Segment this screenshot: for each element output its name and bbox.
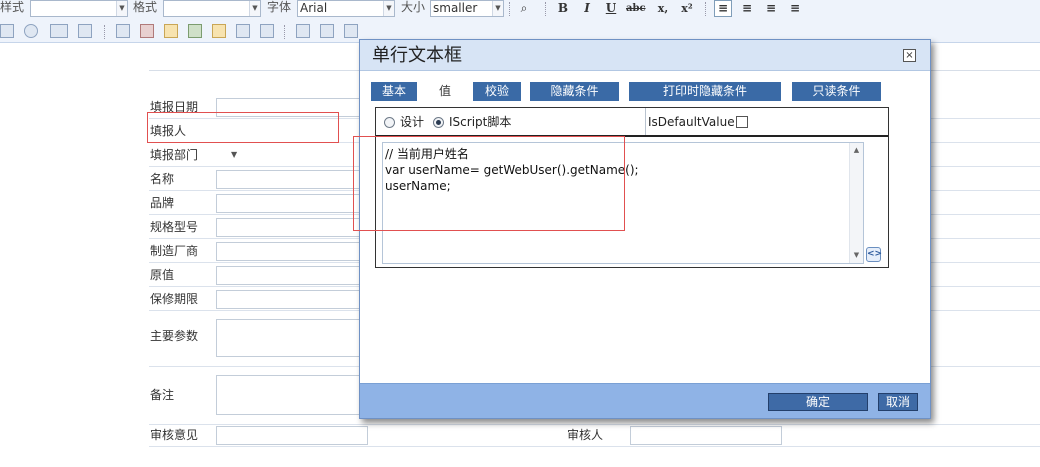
size-value: smaller <box>433 1 478 15</box>
tab-hide-condition[interactable]: 隐藏条件 <box>530 82 619 101</box>
checkbox-tool-icon[interactable] <box>0 24 14 38</box>
form-label: 名称 <box>150 172 175 186</box>
subscript-button[interactable]: x, <box>654 0 672 17</box>
is-default-checkbox[interactable] <box>736 116 748 128</box>
copy-tool-icon[interactable] <box>320 24 334 38</box>
font-label: 字体 <box>267 0 292 14</box>
chevron-down-icon: ▼ <box>383 1 394 16</box>
chevron-down-icon: ▼ <box>249 1 260 16</box>
cancel-button[interactable]: 取消 <box>878 393 918 411</box>
align-left-icon[interactable]: ≡ <box>714 0 732 17</box>
form-label: 审核意见 <box>150 428 199 442</box>
warranty-field[interactable] <box>216 290 360 309</box>
bold-button[interactable]: B <box>554 0 572 17</box>
toolbar-separator <box>284 25 285 39</box>
form-label: 填报部门 <box>150 148 199 162</box>
radio-design[interactable] <box>384 117 395 128</box>
font-value: Arial <box>300 1 328 15</box>
department-tool-icon[interactable] <box>188 24 202 38</box>
style-select[interactable]: ▼ <box>30 0 128 17</box>
line-tool-icon[interactable] <box>296 24 310 38</box>
toolbar-separator <box>545 2 546 16</box>
params-field[interactable] <box>216 319 360 357</box>
form-label: 保修期限 <box>150 292 199 306</box>
toolbar-separator <box>509 2 510 16</box>
underline-button[interactable]: U <box>602 0 620 17</box>
tab-validation[interactable]: 校验 <box>473 82 521 101</box>
dialog-titlebar[interactable]: 单行文本框 × <box>360 40 930 71</box>
textbox-tool-icon[interactable] <box>50 24 68 38</box>
form-label: 制造厂商 <box>150 244 199 258</box>
is-default-label: IsDefaultValue: <box>648 115 739 129</box>
tab-readonly-condition[interactable]: 只读条件 <box>792 82 881 101</box>
dialog-title: 单行文本框 <box>372 45 462 66</box>
form-label: 主要参数 <box>150 329 199 343</box>
format-label: 格式 <box>133 0 158 14</box>
toolbar-separator <box>705 2 706 16</box>
form-label: 原值 <box>150 268 175 282</box>
radio-design-label: 设计 <box>400 115 425 129</box>
toolbar-row-1: 样式 ▼ 格式 ▼ 字体 Arial ▼ 大小 smaller ▼ ⌕ B I U … <box>0 0 1040 19</box>
align-right-icon[interactable]: ≡ <box>762 0 780 17</box>
image-tool-icon[interactable] <box>344 24 358 38</box>
manufacturer-field[interactable] <box>216 242 360 261</box>
script-editor-icon[interactable]: <> <box>866 247 882 262</box>
table-tool-icon[interactable] <box>116 24 130 38</box>
calendar-tool-icon[interactable] <box>140 24 154 38</box>
form-row-review: 审核意见 审核人 <box>149 423 1040 447</box>
reviewer-label: 审核人 <box>567 428 604 442</box>
find-icon[interactable]: ⌕ <box>515 0 533 17</box>
size-label: 大小 <box>401 0 426 14</box>
model-field[interactable] <box>216 218 360 237</box>
brand-field[interactable] <box>216 194 360 213</box>
ok-button[interactable]: 确定 <box>768 393 868 411</box>
tree-tool-icon[interactable] <box>212 24 226 38</box>
grid-tool-icon[interactable] <box>78 24 92 38</box>
italic-button[interactable]: I <box>578 0 596 17</box>
highlight-box-reporter <box>147 112 339 143</box>
panel-divider <box>645 108 646 135</box>
name-field[interactable] <box>216 170 360 189</box>
review-comment-field[interactable] <box>216 426 368 445</box>
highlight-box-script <box>353 136 625 231</box>
format-select[interactable]: ▼ <box>163 0 261 17</box>
form-label: 品牌 <box>150 196 175 210</box>
radio-script[interactable] <box>433 117 444 128</box>
radio-script-label: IScript脚本 <box>449 115 512 129</box>
strikethrough-button[interactable]: abc <box>626 0 646 17</box>
align-center-icon[interactable]: ≡ <box>738 0 756 17</box>
align-justify-icon[interactable]: ≡ <box>786 0 804 17</box>
close-icon[interactable]: × <box>903 49 916 62</box>
tab-print-hide-condition[interactable]: 打印时隐藏条件 <box>629 82 781 101</box>
chevron-down-icon[interactable]: ▼ <box>231 150 237 159</box>
style-label: 样式 <box>0 0 25 14</box>
radio-tool-icon[interactable] <box>24 24 38 38</box>
size-select[interactable]: smaller ▼ <box>430 0 504 17</box>
user-tool-icon[interactable] <box>164 24 178 38</box>
superscript-button[interactable]: x² <box>678 0 696 17</box>
toolbar-separator <box>104 25 105 39</box>
scroll-down-icon[interactable]: ▼ <box>852 251 861 260</box>
org-tool-icon[interactable] <box>236 24 250 38</box>
chevron-down-icon: ▼ <box>116 1 127 16</box>
remark-field[interactable] <box>216 375 360 415</box>
scroll-up-icon[interactable]: ▲ <box>852 146 861 155</box>
tab-basic[interactable]: 基本 <box>371 82 417 101</box>
value-field[interactable] <box>216 266 360 285</box>
tab-value[interactable]: 值 <box>423 82 467 101</box>
font-select[interactable]: Arial ▼ <box>297 0 395 17</box>
editor-scrollbar[interactable]: ▲ ▼ <box>849 143 863 263</box>
reviewer-field[interactable] <box>630 426 782 445</box>
chevron-down-icon: ▼ <box>492 1 503 16</box>
form-label: 规格型号 <box>150 220 199 234</box>
view-tool-icon[interactable] <box>260 24 274 38</box>
dialog-footer: 确定 取消 <box>360 383 930 418</box>
form-label: 备注 <box>150 388 175 402</box>
